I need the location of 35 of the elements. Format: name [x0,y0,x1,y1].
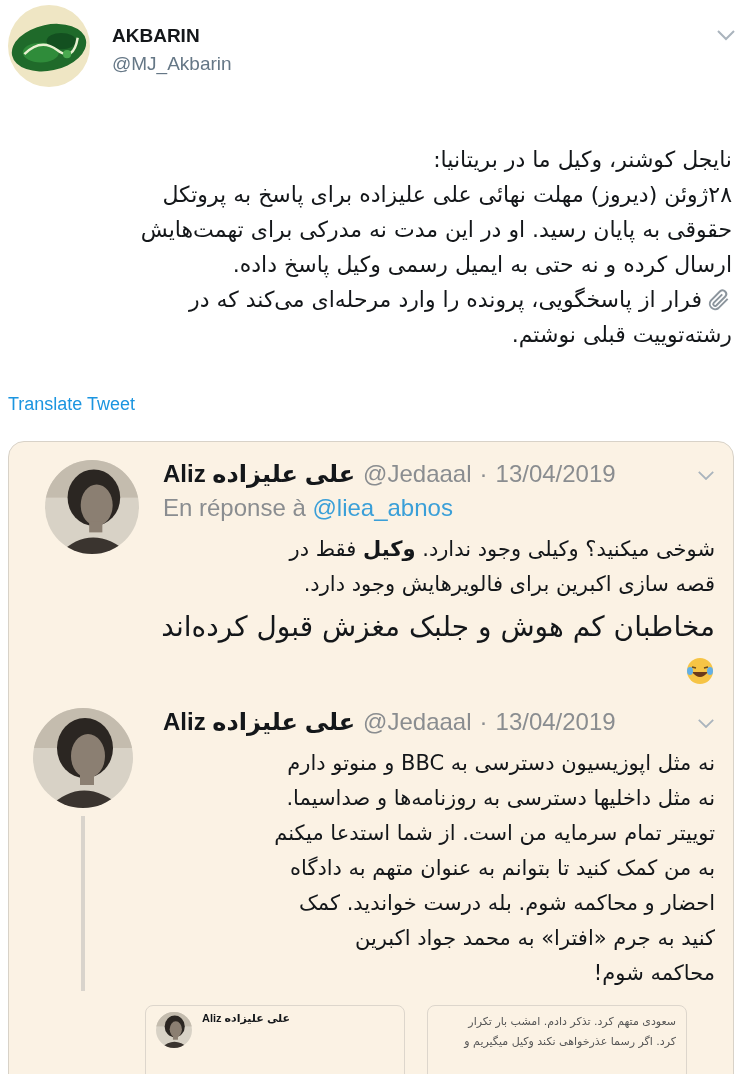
separator-dot: · [479,708,488,736]
tweet-text-line: فرار از پاسخگویی، پرونده را وارد مرحله‌ای می‌کند که در [189,286,702,315]
tweet-date: 13/04/2019 [495,460,616,488]
tweet-text-line: کنید به جرم «افترا» به محمد جواد اکبرین [354,925,715,952]
embedded-tweet-card[interactable]: علی علیزاده Aliz [145,1005,405,1074]
chevron-down-icon[interactable] [716,29,736,41]
tweet-text-line: احضار و محاکمه شوم. بله درست خواندید. کمک [299,890,715,917]
author-handle[interactable]: @MJ_Akbarin [112,53,694,75]
reply-label: En réponse à [163,494,306,521]
tweet-text-line: ۲۸ژوئن (دیروز) مهلت نهائی علی علیزاده برای پاسخ به پروتکل [162,181,732,210]
quoted-author-name[interactable]: علی علیزاده Aliz [163,460,356,488]
embedded-text-line: سعودی متهم کرد. تذکر دادم. امشب بار تکرار [468,1014,676,1030]
tweet-date: 13/04/2019 [495,708,616,736]
tweet-text-line: حقوقی به پایان رسید. او در این مدت نه مدرکی برای تهمت‌هایش [140,216,732,245]
tweet-text-line: مخاطبان کم هوش و جلبک مغزش قبول کرده‌اند [161,609,715,645]
quoted-author-name[interactable]: علی علیزاده Aliz [163,708,356,736]
author-name[interactable]: AKBARIN [112,25,694,47]
separator-dot: · [479,460,488,488]
embedded-author-name: علی علیزاده Aliz [202,1012,291,1025]
tweet-text-line: شوخی میکنید؟ وکیلی وجود ندارد. وکیل فقط در [289,536,715,563]
embedded-tweet-card[interactable]: سعودی متهم کرد. تذکر دادم. امشب بار تکرار کرد. اگر رسما عذرخواهی نکند وکیل میگیریم و [427,1005,687,1074]
tweet-text-line: ارسال کرده و نه حتی به ایمیل رسمی وکیل پاسخ داده. [232,251,732,280]
tweet-text-line: نه مثل داخلیها دسترسی به روزنامه‌ها و صداسیما. [286,785,715,812]
tweet-text-line: محاکمه شوم! [593,960,715,987]
embedded-text-line: کرد. اگر رسما عذرخواهی نکند وکیل میگیریم و [464,1034,676,1050]
quoted-tweet-card[interactable] [8,441,734,1074]
tweet-text-line: توییتر تمام سرمایه من است. از شما استدعا میکنم [274,820,715,847]
tweet-text-line: قصه سازی اکبرین برای فالویرهایش وجود دارد. [303,571,715,598]
tweet-text-line: نایجل کوشنر، وکیل ما در بریتانیا: [433,146,732,174]
chevron-down-icon[interactable] [697,469,715,481]
tweet-text-line: نه مثل اپوزیسیون دسترسی به BBC و منوتو دارم [287,750,715,777]
tweet-text-line: به من کمک کنید تا بتوانم به عنوان متهم به دادگاه [290,855,715,882]
tweet-text-line: رشته‌توییت قبلی نوشتم. [511,321,732,350]
chevron-down-icon[interactable] [697,717,715,729]
laughing-emoji-icon [685,656,715,686]
